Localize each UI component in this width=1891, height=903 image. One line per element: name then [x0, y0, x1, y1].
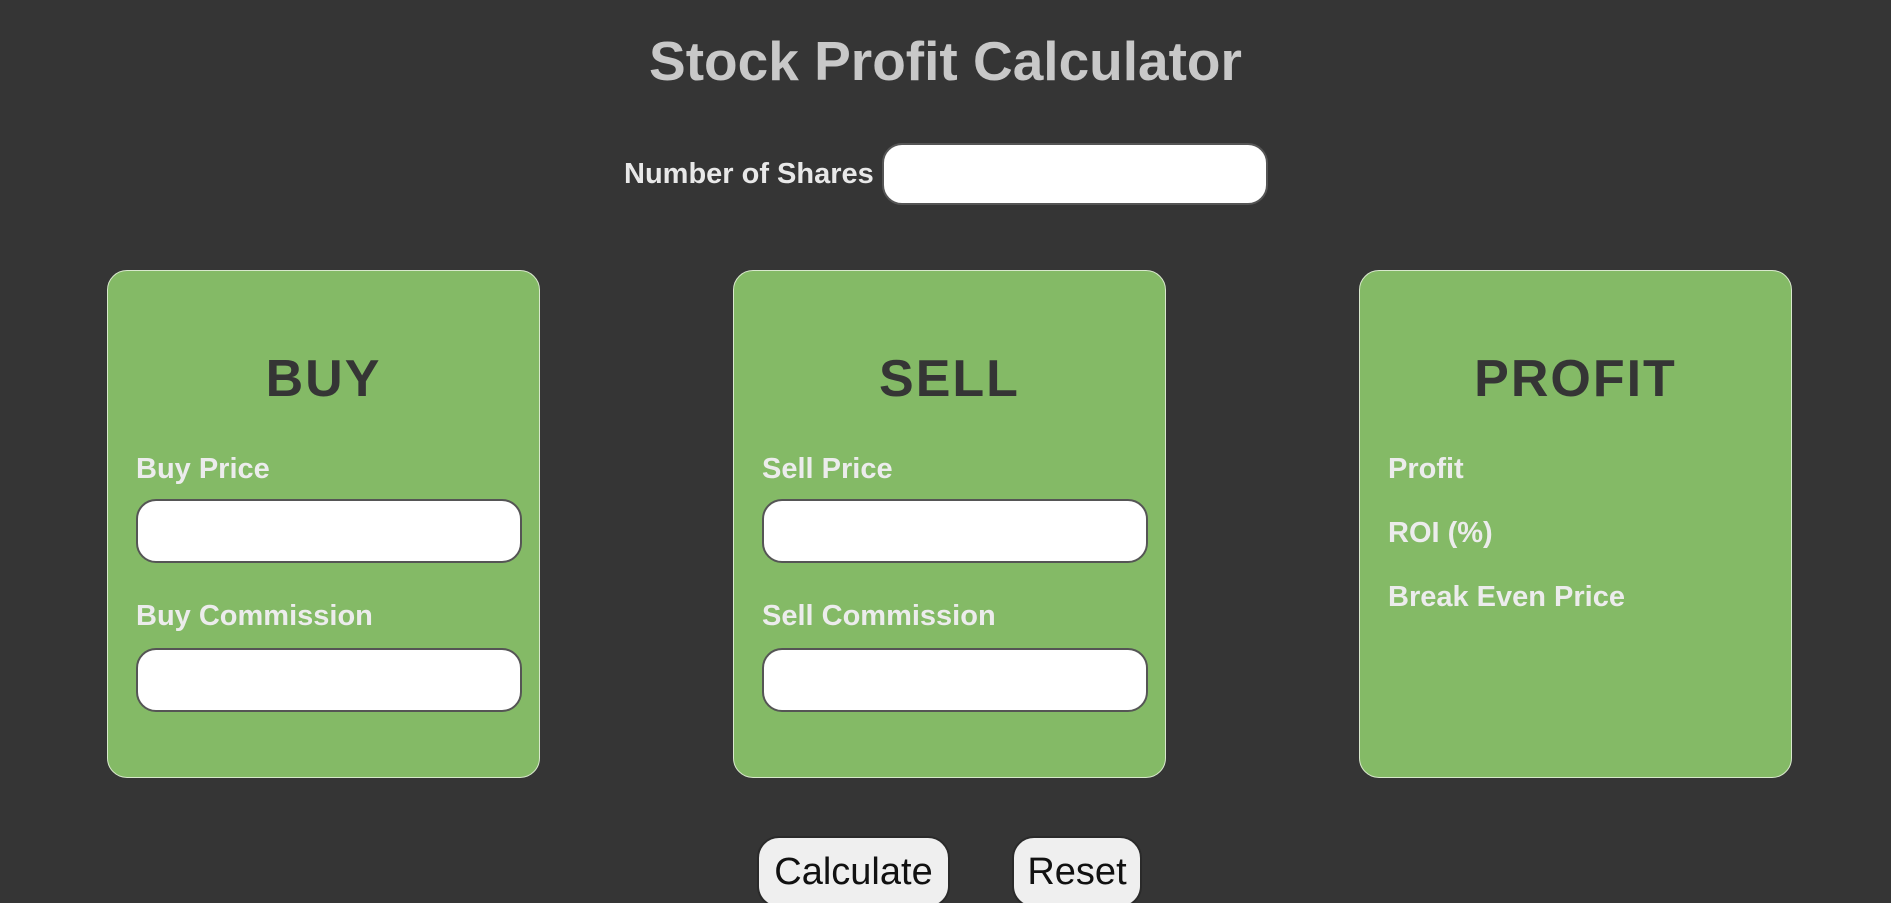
- reset-button[interactable]: Reset: [1012, 836, 1142, 903]
- buy-price-input[interactable]: [136, 499, 522, 563]
- sell-price-input[interactable]: [762, 499, 1148, 563]
- sell-commission-label: Sell Commission: [762, 600, 996, 632]
- break-even-price-label: Break Even Price: [1388, 581, 1625, 613]
- profit-card: PROFIT Profit ROI (%) Break Even Price: [1359, 270, 1792, 778]
- shares-input[interactable]: [881, 143, 1268, 205]
- shares-label: Number of Shares: [624, 157, 874, 190]
- profit-card-title: PROFIT: [1474, 350, 1677, 408]
- buy-price-label: Buy Price: [136, 453, 270, 485]
- page-title: Stock Profit Calculator: [649, 30, 1242, 92]
- buy-commission-label: Buy Commission: [136, 600, 373, 632]
- shares-row: Number of Shares: [624, 143, 1268, 205]
- sell-card: SELL Sell Price Sell Commission: [733, 270, 1166, 778]
- profit-label: Profit: [1388, 453, 1464, 485]
- sell-price-label: Sell Price: [762, 453, 893, 485]
- sell-card-title: SELL: [879, 350, 1020, 408]
- sell-commission-input[interactable]: [762, 648, 1148, 712]
- roi-label: ROI (%): [1388, 517, 1493, 549]
- calculate-button[interactable]: Calculate: [757, 836, 950, 903]
- stock-profit-calculator-page: Stock Profit Calculator Number of Shares…: [0, 0, 1891, 903]
- buy-commission-input[interactable]: [136, 648, 522, 712]
- buy-card: BUY Buy Price Buy Commission: [107, 270, 540, 778]
- buy-card-title: BUY: [265, 350, 382, 408]
